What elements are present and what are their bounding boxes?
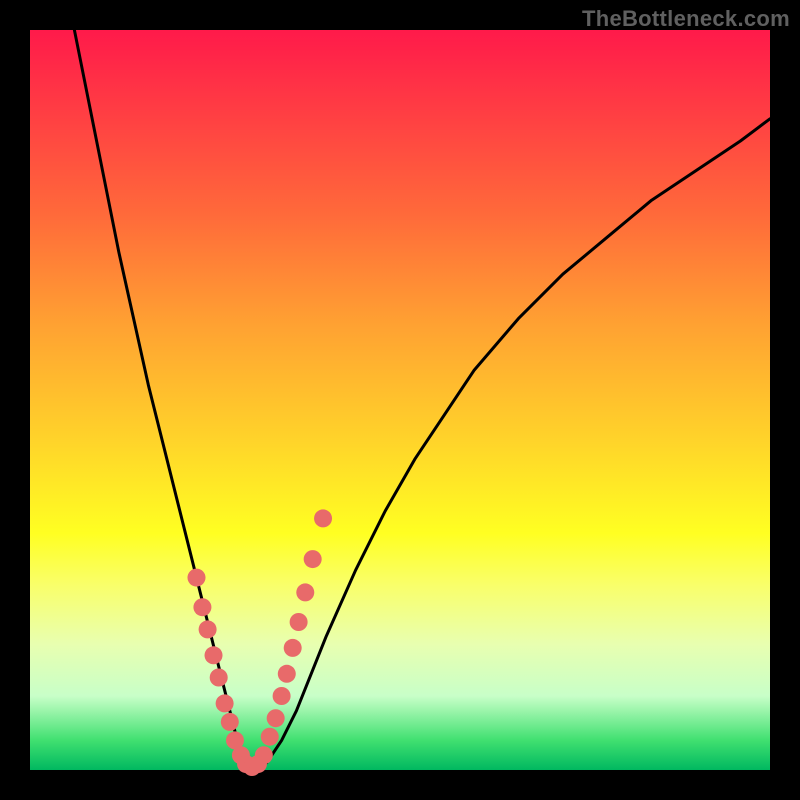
data-marker: [216, 694, 234, 712]
data-marker: [290, 613, 308, 631]
chart-frame: TheBottleneck.com: [0, 0, 800, 800]
curve-path: [74, 30, 770, 770]
data-markers: [188, 509, 333, 776]
data-marker: [261, 728, 279, 746]
chart-svg: [30, 30, 770, 770]
watermark-text: TheBottleneck.com: [582, 6, 790, 32]
data-marker: [199, 620, 217, 638]
data-marker: [273, 687, 291, 705]
data-marker: [255, 746, 273, 764]
data-marker: [278, 665, 296, 683]
data-marker: [304, 550, 322, 568]
data-marker: [296, 583, 314, 601]
bottleneck-curve: [74, 30, 770, 770]
data-marker: [210, 669, 228, 687]
data-marker: [193, 598, 211, 616]
data-marker: [267, 709, 285, 727]
data-marker: [221, 713, 239, 731]
data-marker: [314, 509, 332, 527]
data-marker: [188, 569, 206, 587]
plot-area: [30, 30, 770, 770]
data-marker: [284, 639, 302, 657]
data-marker: [205, 646, 223, 664]
